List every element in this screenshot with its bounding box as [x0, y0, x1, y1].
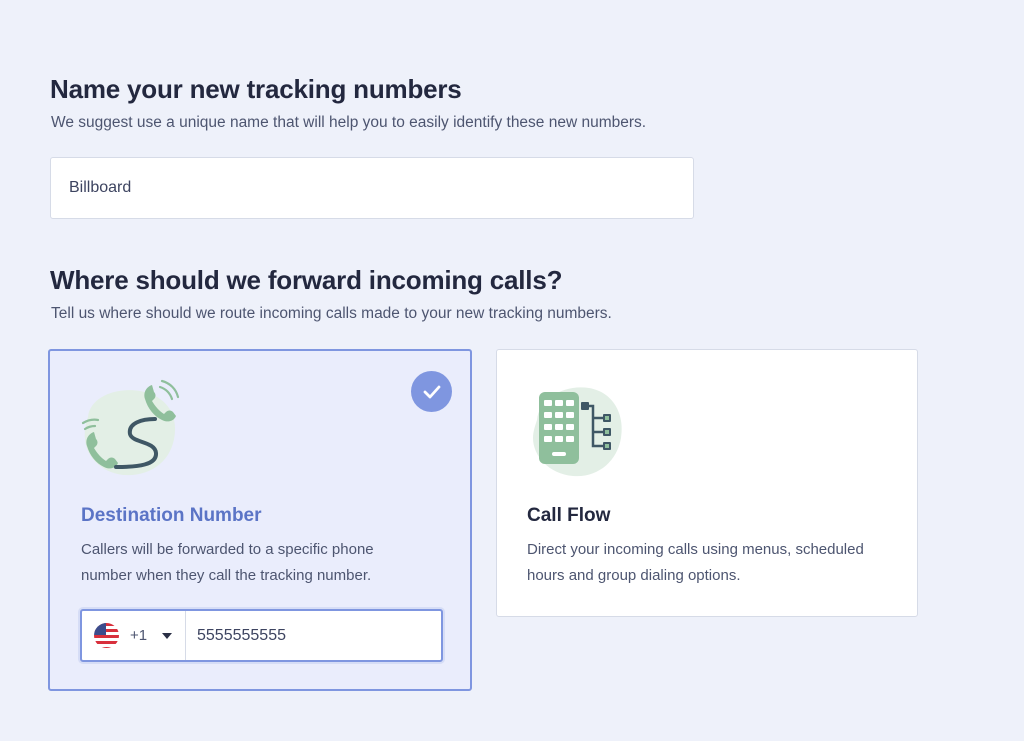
country-code-select[interactable]: +1 — [82, 611, 186, 660]
selected-check-icon — [411, 371, 452, 412]
destination-number-title: Destination Number — [81, 505, 262, 526]
destination-number-option[interactable]: Destination Number Callers will be forwa… — [48, 349, 472, 691]
chevron-down-icon — [162, 632, 173, 639]
tracking-name-input[interactable] — [50, 157, 694, 219]
destination-number-description: Callers will be forwarded to a specific … — [81, 541, 374, 584]
name-section-subtitle: We suggest use a unique name that will h… — [51, 114, 647, 131]
phone-number-field: +1 — [80, 609, 443, 662]
forward-section-title: Where should we forward incoming calls? — [50, 265, 563, 295]
forward-section-subtitle: Tell us where should we route incoming c… — [51, 305, 612, 322]
phone-forward-icon — [81, 379, 180, 476]
call-flow-title: Call Flow — [527, 505, 611, 526]
us-flag-icon — [94, 623, 119, 648]
destination-phone-input[interactable] — [186, 611, 441, 660]
country-dial-code: +1 — [130, 627, 148, 644]
call-flow-description: Direct your incoming calls using menus, … — [527, 541, 864, 584]
name-section-title: Name your new tracking numbers — [50, 74, 462, 104]
keypad-flow-icon — [533, 387, 622, 477]
call-flow-option[interactable]: Call Flow Direct your incoming calls usi… — [496, 349, 918, 617]
